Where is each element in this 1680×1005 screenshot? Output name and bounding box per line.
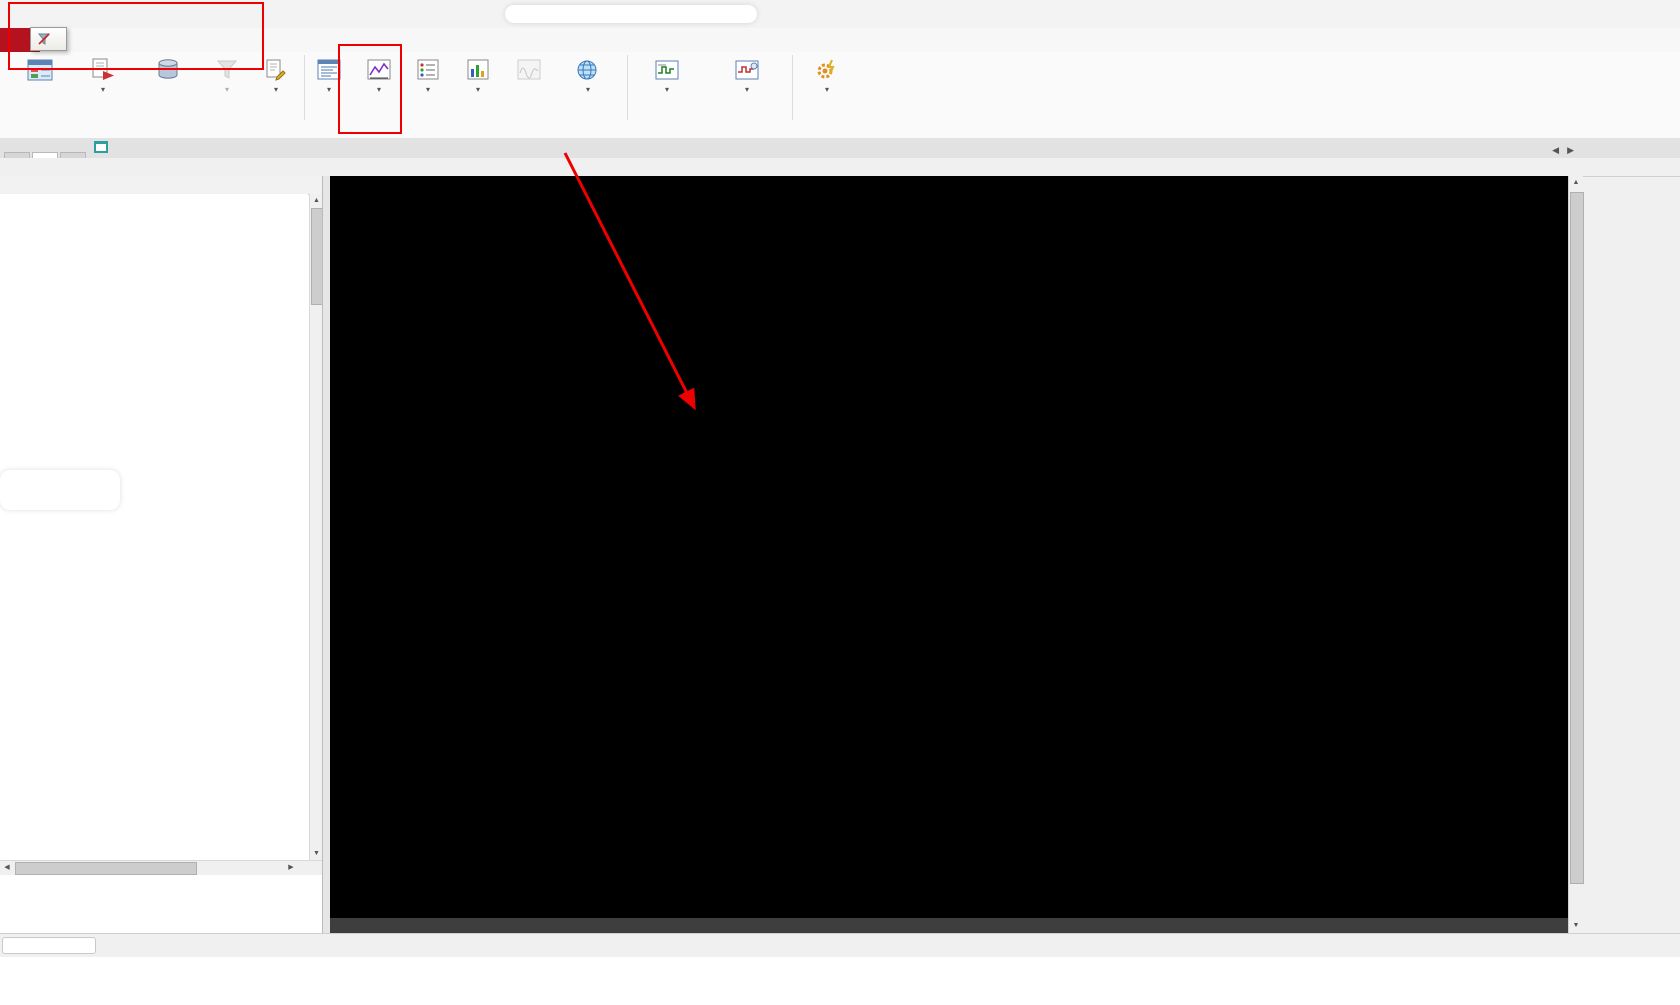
signal-table-header[interactable] [0,176,322,195]
scroll-left-icon[interactable]: ◀ [0,861,14,874]
plots-stack [330,176,1568,898]
database-icon [155,56,181,83]
group-separator [627,55,628,120]
interactive-generator-button[interactable] [631,52,703,123]
logging-button[interactable] [251,52,301,123]
scroll-up-icon[interactable]: ▲ [1569,176,1583,190]
globe-icon [575,56,601,83]
ribbon-window-controls [1526,28,1570,52]
new-window-icon[interactable] [94,141,108,156]
redaction-scribble [505,5,757,23]
ribbon-tab-hardware[interactable] [276,28,302,52]
start-without-logging-tooltip[interactable] [30,27,67,51]
dropdown-arrow-icon [586,83,590,92]
database-management-button[interactable] [133,52,203,123]
close-icon[interactable] [1643,1,1672,26]
ribbon-group-labels [0,123,1680,139]
interactive-generator-icon [654,56,680,83]
scroll-right-icon[interactable]: ▶ [284,861,298,874]
marker-bar[interactable] [330,918,1568,933]
document-tab-bar: ◀ ▶ [0,138,1680,159]
group-separator [304,55,305,120]
graphics-vertical-scrollbar[interactable]: ▲ ▼ [1568,176,1584,933]
data-icon [415,56,441,83]
dropdown-arrow-icon [225,83,229,92]
ribbon-tab-strip [198,28,354,52]
scrollbar-thumb[interactable] [1570,192,1584,884]
logging-icon [263,56,289,83]
ribbon-tab-row [0,28,1680,53]
offline-mode-icon [90,56,116,83]
signal-table-horizontal-scrollbar[interactable]: ◀ ▶ [0,860,322,875]
dropdown-arrow-icon [377,83,381,92]
graphics-plot-area[interactable] [330,176,1568,933]
trace-icon [316,56,342,83]
filter-funnel-icon [214,56,240,83]
tab-scroll-left-icon: ◀ [1552,145,1560,155]
group-separator [792,55,793,120]
signal-panel: ▲ ▼ ◀ ▶ [0,176,324,933]
data-button[interactable] [408,52,448,123]
redaction-scribble [0,470,120,510]
tab-scroll-arrows[interactable]: ◀ ▶ [1552,145,1574,156]
status-bar [0,933,1680,957]
ribbon-tab-diagnostics[interactable] [224,28,250,52]
dropdown-arrow-icon [327,83,331,92]
status-field[interactable] [2,937,96,954]
window-controls [1585,1,1672,26]
dropdown-arrow-icon [665,83,669,92]
graphics-icon [366,56,392,83]
maximize-icon[interactable] [1614,1,1643,26]
ribbon-tab-layout[interactable] [328,28,354,52]
ribbon-tab-environment[interactable] [250,28,276,52]
offline-mode-button[interactable] [75,52,131,123]
graphics-toolbar [0,158,1680,177]
automation-gear-icon [814,56,840,83]
scroll-down-icon[interactable]: ▼ [1569,919,1583,933]
filter-button[interactable] [205,52,249,123]
ribbon [0,52,1680,123]
pdu-interactive-generator-button[interactable] [705,52,789,123]
title-bar[interactable] [0,0,1680,29]
measurement-setup-button[interactable] [7,52,73,123]
application-window: ◀▶ ▲ ▼ ◀ ▶ [0,0,1680,1005]
map-window-button[interactable] [552,52,624,123]
canalyzer-window: ◀▶ ▲ ▼ ◀ ▶ [0,0,1680,957]
minimize-icon[interactable] [1585,1,1614,26]
dropdown-arrow-icon [274,83,278,92]
statistics-button[interactable] [450,52,506,123]
dropdown-arrow-icon [426,83,430,92]
signal-table-vertical-scrollbar[interactable]: ▲ ▼ [309,194,324,860]
tab-scroll-right-icon: ▶ [1567,145,1574,155]
start-measurement-icon [37,33,51,45]
trace-button[interactable] [308,52,350,123]
automation-button[interactable] [796,52,858,123]
scrollbar-thumb[interactable] [15,862,197,875]
graphics-button[interactable] [352,52,406,123]
ribbon-tab-tools[interactable] [302,28,328,52]
dropdown-arrow-icon [825,83,829,92]
signal-rows [0,194,308,860]
dropdown-arrow-icon [101,83,105,92]
measurement-setup-icon [27,56,53,83]
dropdown-arrow-icon [476,83,480,92]
statistics-icon [465,56,491,83]
dropdown-arrow-icon [745,83,749,92]
scope-icon [516,56,542,83]
x-axis [330,898,1568,918]
pdu-generator-icon [734,56,760,83]
ribbon-tab[interactable] [198,28,224,52]
scope-button[interactable] [508,52,550,123]
